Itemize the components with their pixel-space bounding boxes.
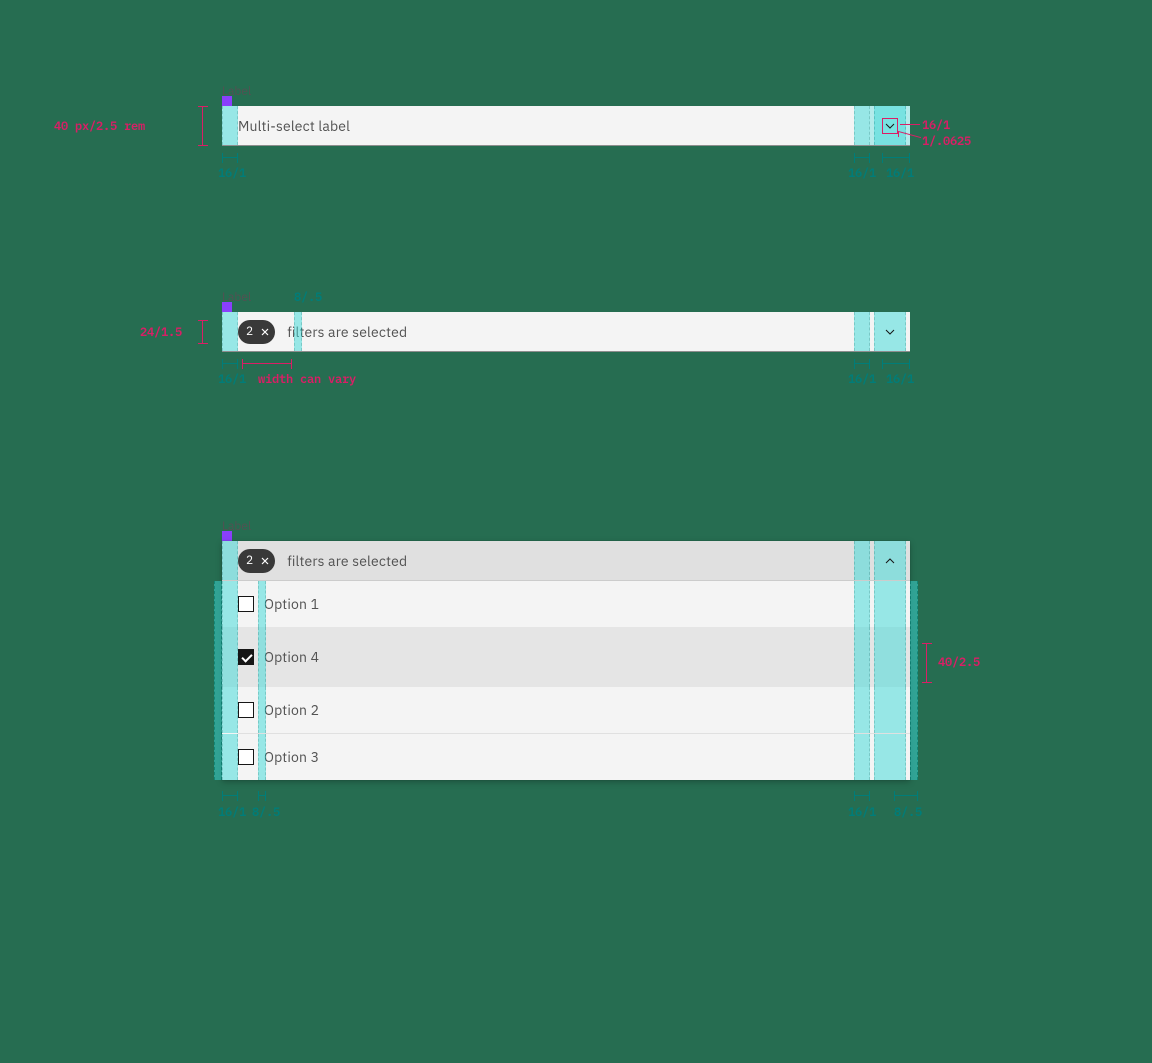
ruler-icon-col	[882, 359, 910, 369]
selection-tag[interactable]: 2	[238, 549, 275, 573]
option-row[interactable]: Option 4	[222, 627, 910, 687]
summary-text: filters are selected	[287, 552, 407, 570]
anno-stroke: 1/.0625	[922, 134, 971, 149]
ruler-icon-col	[882, 153, 910, 163]
anno-height: 40 px/2.5 rem	[54, 119, 145, 134]
anchor-marker	[222, 96, 232, 106]
ruler-tag-width	[242, 359, 292, 369]
row-height-ruler	[922, 643, 932, 683]
selection-tag[interactable]: 2	[238, 320, 275, 344]
checkbox[interactable]	[238, 702, 254, 718]
placeholder-text: Multi-select label	[238, 117, 350, 135]
ruler-pad-left-lbl: 16/1	[218, 166, 246, 181]
multiselect-field[interactable]: Multi-select label	[222, 106, 910, 146]
anno-width-vary: width can vary	[258, 372, 356, 387]
multiselect-with-tag: Label 2 filters are selected 24/1.5 8/.5…	[222, 312, 910, 352]
anno-gap: 8/.5	[294, 290, 322, 305]
ruler-pad-right-lbl: 16/1	[848, 372, 876, 387]
anno-tag-h: 24/1.5	[140, 325, 182, 340]
ruler-cb-gap-lbl: 8/.5	[252, 805, 280, 820]
chevron-down-icon	[882, 118, 898, 134]
ruler-pad-left	[222, 791, 238, 801]
option-row[interactable]: Option 3	[222, 734, 910, 780]
ruler-pad-right	[854, 153, 870, 163]
checkbox[interactable]	[238, 649, 254, 665]
chevron-down-icon	[882, 324, 898, 340]
option-row[interactable]: Option 2	[222, 687, 910, 733]
ruler-pad-right-lbl: 16/1	[848, 166, 876, 181]
ruler-pad-right	[854, 791, 870, 801]
multiselect-field-open[interactable]: 2 filters are selected	[222, 541, 910, 581]
summary-text: filters are selected	[287, 323, 407, 341]
ruler-icon-col-lbl: 16/1	[886, 372, 914, 387]
ruler-pad-left	[222, 359, 238, 369]
anchor-marker	[222, 302, 232, 312]
checkbox[interactable]	[238, 749, 254, 765]
anno-icon-size: 16/1	[922, 118, 950, 133]
chevron-up-icon	[882, 553, 898, 569]
ruler-pad-left	[222, 153, 238, 163]
ruler-pad-left-lbl: 16/1	[218, 372, 246, 387]
tag-height-ruler	[198, 320, 208, 344]
checkbox[interactable]	[238, 596, 254, 612]
tag-count: 2	[246, 553, 253, 568]
option-label: Option 1	[264, 595, 319, 613]
ruler-out-right	[894, 791, 918, 801]
option-label: Option 2	[264, 701, 319, 719]
ruler-pad-left-lbl: 16/1	[218, 805, 246, 820]
ruler-pad-right	[854, 359, 870, 369]
dropdown-panel: 2 filters are selected Option 1 Option 4 O…	[222, 541, 910, 780]
anchor-marker	[222, 531, 232, 541]
ruler-out-right-lbl: 8/.5	[894, 805, 922, 820]
multiselect-field[interactable]: 2 filters are selected	[222, 312, 910, 352]
option-label: Option 3	[264, 748, 319, 766]
multiselect-open: Label 2 filters are selected Option 1Opt…	[222, 541, 910, 780]
height-ruler	[198, 106, 208, 146]
close-icon[interactable]	[257, 553, 273, 569]
leader-line	[900, 124, 920, 125]
close-icon[interactable]	[257, 324, 273, 340]
ruler-cb-gap	[258, 791, 266, 801]
tag-count: 2	[246, 324, 253, 339]
anno-row-h: 40/2.5	[938, 655, 980, 670]
ruler-icon-col-lbl: 16/1	[886, 166, 914, 181]
option-label: Option 4	[264, 648, 319, 666]
multiselect-closed: Label Multi-select label 40 px/2.5 rem 1…	[222, 106, 910, 146]
option-row[interactable]: Option 1	[222, 581, 910, 627]
ruler-pad-right-lbl: 16/1	[848, 805, 876, 820]
